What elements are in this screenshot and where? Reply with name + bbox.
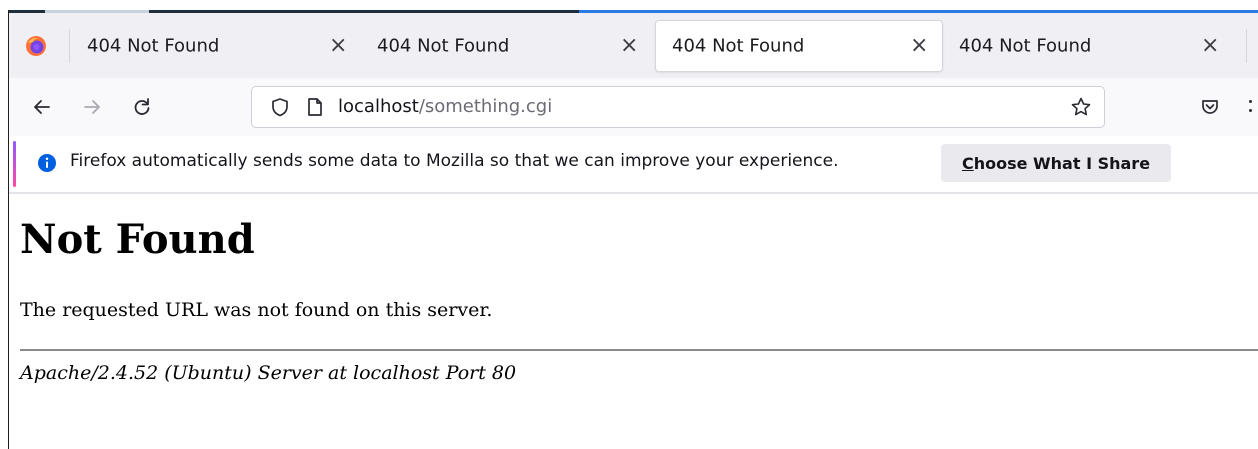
page-icon[interactable] bbox=[306, 97, 324, 117]
pocket-icon bbox=[1202, 100, 1218, 114]
tab-title: 404 Not Found bbox=[672, 35, 805, 57]
forward-arrow-icon bbox=[84, 100, 100, 114]
close-icon[interactable]: × bbox=[910, 35, 928, 57]
pocket-button[interactable] bbox=[1195, 92, 1225, 122]
tab-separator bbox=[69, 29, 70, 63]
tab-title: 404 Not Found bbox=[87, 35, 220, 57]
page-message: The requested URL was not found on this … bbox=[20, 299, 493, 321]
tab-3-selected[interactable]: 404 Not Found × bbox=[655, 20, 943, 72]
tab-title: 404 Not Found bbox=[377, 35, 510, 57]
firefox-logo-icon[interactable] bbox=[25, 35, 47, 57]
close-icon[interactable]: × bbox=[620, 35, 638, 57]
button-accesskey: C bbox=[961, 153, 974, 173]
shield-icon[interactable] bbox=[270, 97, 290, 117]
divider bbox=[20, 349, 1258, 351]
tab-title: 404 Not Found bbox=[959, 35, 1092, 57]
tab-4[interactable]: 404 Not Found × bbox=[943, 17, 1258, 75]
navigation-toolbar: localhost/something.cgi bbox=[9, 78, 1258, 136]
tab-separator bbox=[1246, 29, 1247, 63]
notification-accent-stripe bbox=[13, 141, 16, 187]
info-icon bbox=[38, 154, 56, 172]
back-button[interactable] bbox=[27, 92, 57, 122]
close-icon[interactable]: × bbox=[329, 35, 347, 57]
button-label: hoose What I Share bbox=[973, 153, 1151, 173]
close-icon[interactable]: × bbox=[1201, 35, 1219, 57]
tab-strip: 404 Not Found × 404 Not Found × 404 Not … bbox=[9, 13, 1258, 78]
server-signature: Apache/2.4.52 (Ubuntu) Server at localho… bbox=[20, 362, 517, 384]
choose-what-i-share-button[interactable]: Choose What I Share bbox=[941, 144, 1171, 182]
back-arrow-icon bbox=[34, 100, 50, 114]
url-text[interactable]: localhost/something.cgi bbox=[338, 96, 552, 117]
data-collection-notification: Firefox automatically sends some data to… bbox=[9, 136, 1258, 194]
star-icon[interactable] bbox=[1070, 96, 1092, 118]
overflow-menu-icon[interactable] bbox=[1249, 100, 1252, 114]
page-heading: Not Found bbox=[20, 216, 255, 263]
notification-message: Firefox automatically sends some data to… bbox=[70, 151, 839, 171]
tab-1[interactable]: 404 Not Found × bbox=[71, 17, 355, 75]
page-content: Not Found The requested URL was not foun… bbox=[9, 194, 1258, 449]
browser-window: 404 Not Found × 404 Not Found × 404 Not … bbox=[8, 10, 1258, 449]
url-bar[interactable]: localhost/something.cgi bbox=[251, 86, 1105, 128]
url-host: localhost bbox=[338, 96, 419, 117]
url-path: /something.cgi bbox=[418, 96, 553, 117]
reload-button[interactable] bbox=[127, 92, 157, 122]
tab-2[interactable]: 404 Not Found × bbox=[361, 17, 645, 75]
forward-button[interactable] bbox=[77, 92, 107, 122]
reload-icon bbox=[134, 98, 150, 115]
